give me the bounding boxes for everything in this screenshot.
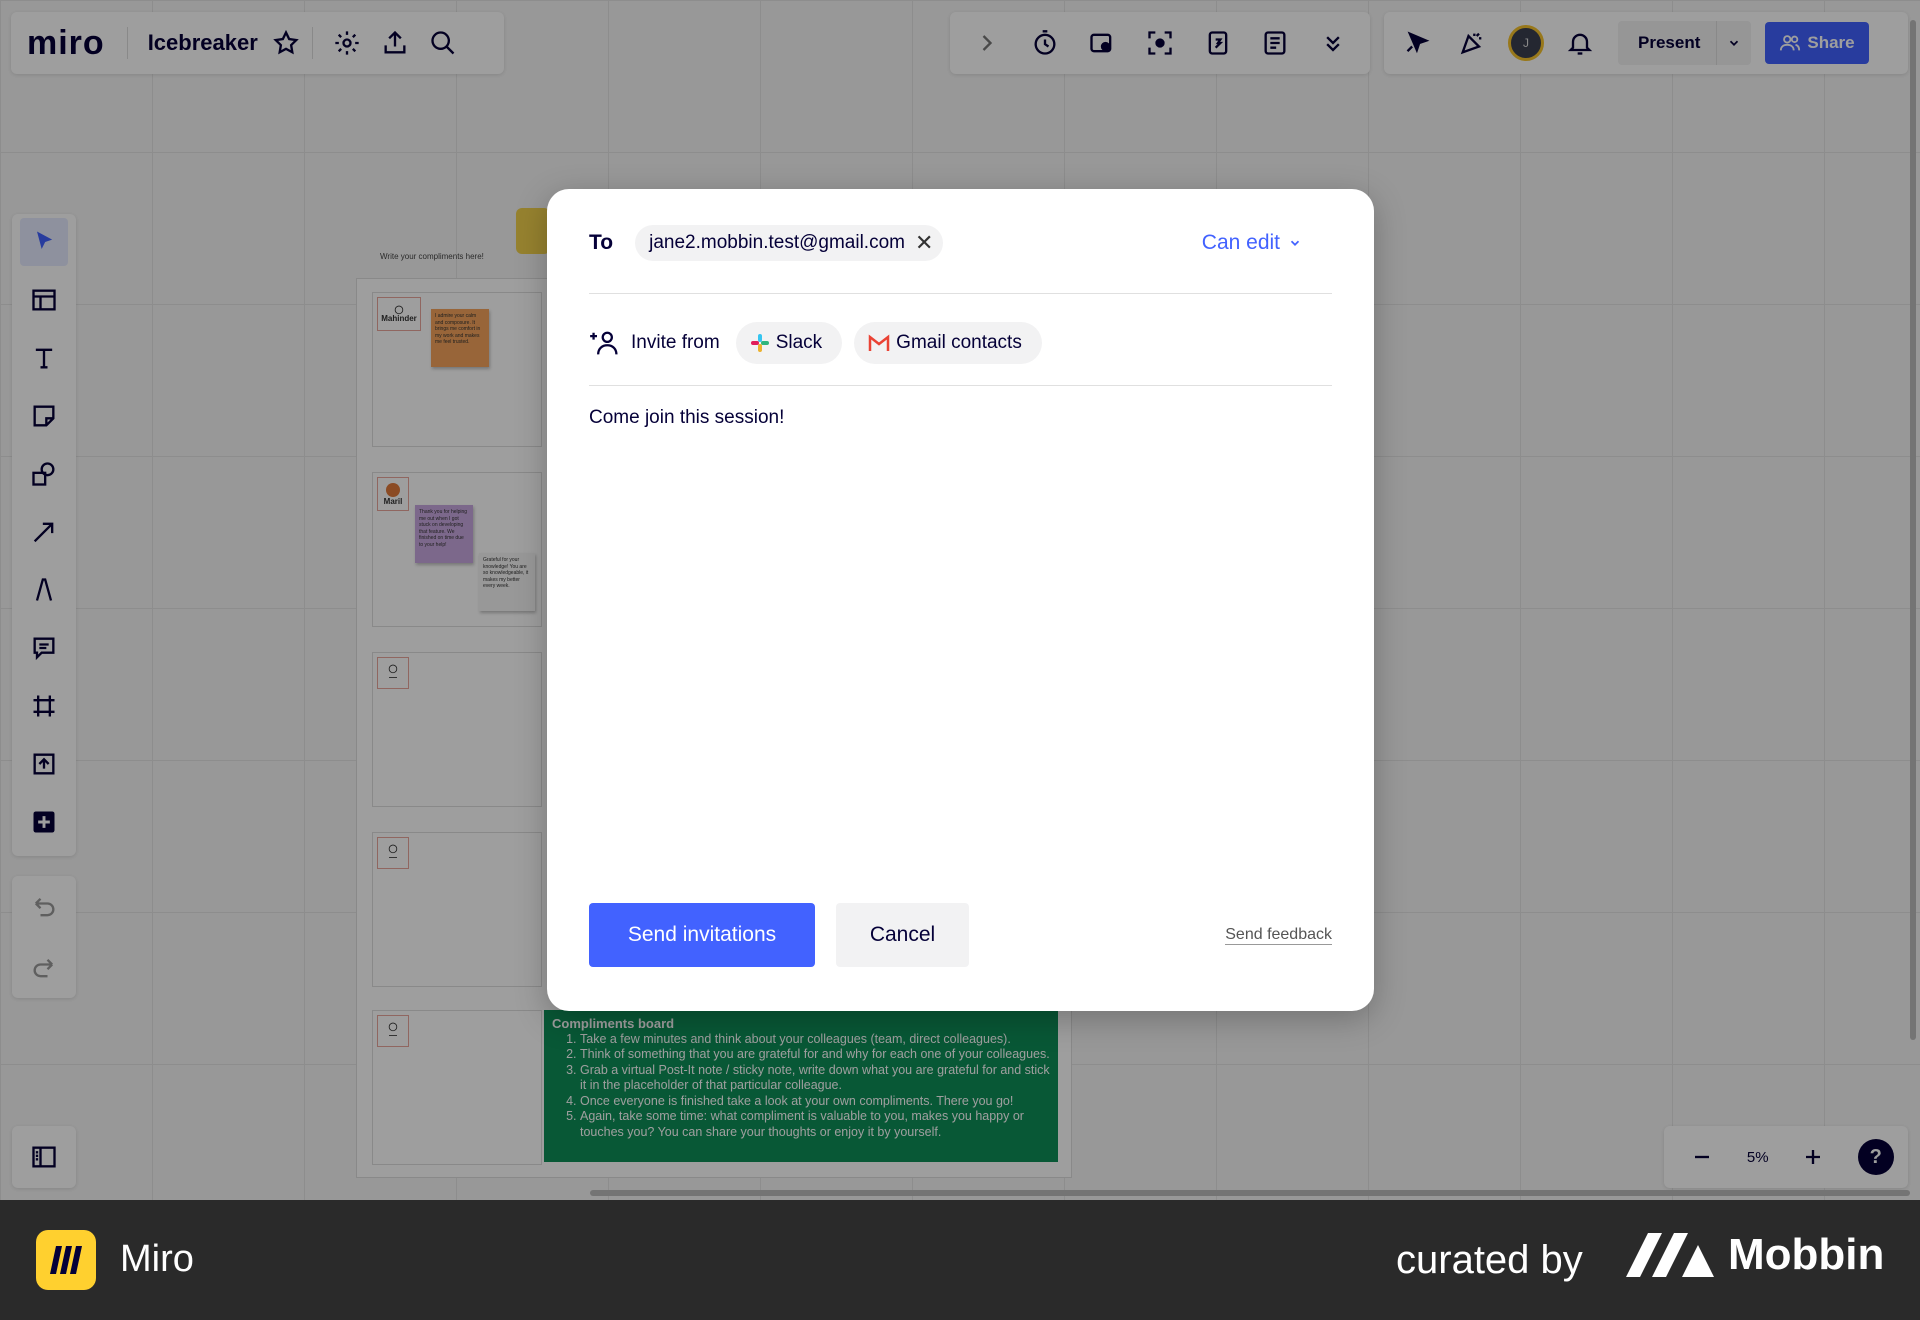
gmail-contacts-button[interactable]: Gmail contacts: [854, 322, 1042, 364]
divider: [589, 385, 1332, 386]
gmail-label: Gmail contacts: [896, 332, 1022, 353]
invite-from-row: Invite from Slack Gmail contacts: [589, 321, 1054, 365]
chevron-down-icon: [1290, 240, 1300, 246]
remove-recipient-icon[interactable]: ✕: [915, 232, 933, 254]
curated-by-label: curated by: [1396, 1238, 1583, 1282]
board-canvas[interactable]: miro Icebreaker J Present Share Write yo…: [0, 0, 1920, 1200]
slack-icon: [750, 334, 769, 352]
mobbin-wordmark: Mobbin: [1728, 1230, 1885, 1279]
add-person-icon: [590, 331, 618, 355]
to-label: To: [589, 231, 614, 254]
slack-button[interactable]: Slack: [735, 322, 843, 364]
cancel-button[interactable]: Cancel: [836, 903, 969, 967]
divider: [589, 293, 1332, 294]
send-invitations-button[interactable]: Send invitations: [589, 903, 815, 967]
permission-label: Can edit: [1201, 231, 1280, 254]
app-name: Miro: [120, 1238, 194, 1280]
mobbin-icon: [1626, 1233, 1714, 1277]
share-dialog: To jane2.mobbin.test@gmail.com ✕ Can edi…: [547, 189, 1374, 1011]
page: miro Icebreaker J Present Share Write yo…: [0, 0, 1920, 1320]
slack-label: Slack: [775, 332, 823, 353]
invite-from-label: Invite from: [631, 332, 720, 353]
invitation-message[interactable]: Come join this session!: [589, 407, 784, 429]
recipient-email: jane2.mobbin.test@gmail.com: [649, 232, 905, 253]
permission-dropdown[interactable]: Can edit: [1202, 225, 1302, 261]
miro-app-icon: [36, 1230, 96, 1290]
recipients-row: To jane2.mobbin.test@gmail.com ✕ Can edi…: [589, 225, 1332, 293]
send-feedback-link[interactable]: Send feedback: [1225, 926, 1332, 945]
footer-banner: Miro curated by Mobbin: [0, 1200, 1920, 1320]
recipient-chip[interactable]: jane2.mobbin.test@gmail.com ✕: [635, 225, 944, 261]
gmail-icon: [868, 334, 890, 351]
mobbin-logo: Mobbin: [1626, 1230, 1884, 1280]
